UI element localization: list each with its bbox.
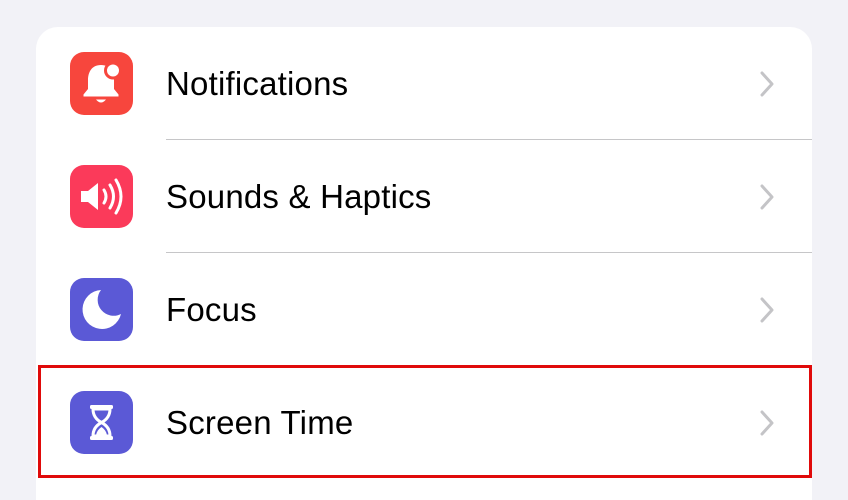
moon-icon <box>82 290 121 329</box>
sounds-app-icon <box>70 165 133 228</box>
settings-group: Notifications Sounds & Haptics Focus Scr… <box>36 27 812 500</box>
chevron-right-icon <box>758 183 776 211</box>
settings-row-label: Focus <box>166 291 257 328</box>
bell-badge-icon <box>83 61 122 103</box>
chevron-right-icon <box>758 409 776 437</box>
screen-time-app-icon <box>70 391 133 454</box>
hourglass-icon <box>90 405 113 440</box>
settings-row-screen-time[interactable]: Screen Time <box>36 366 812 479</box>
settings-row-focus[interactable]: Focus <box>36 253 812 366</box>
chevron-right-icon <box>758 296 776 324</box>
focus-app-icon <box>70 278 133 341</box>
settings-row-label: Notifications <box>166 65 349 102</box>
settings-row-sounds-haptics[interactable]: Sounds & Haptics <box>36 140 812 253</box>
speaker-wave-icon <box>81 178 123 215</box>
settings-row-label: Screen Time <box>166 404 354 441</box>
settings-row-notifications[interactable]: Notifications <box>36 27 812 140</box>
notifications-app-icon <box>70 52 133 115</box>
chevron-right-icon <box>758 70 776 98</box>
settings-row-label: Sounds & Haptics <box>166 178 432 215</box>
